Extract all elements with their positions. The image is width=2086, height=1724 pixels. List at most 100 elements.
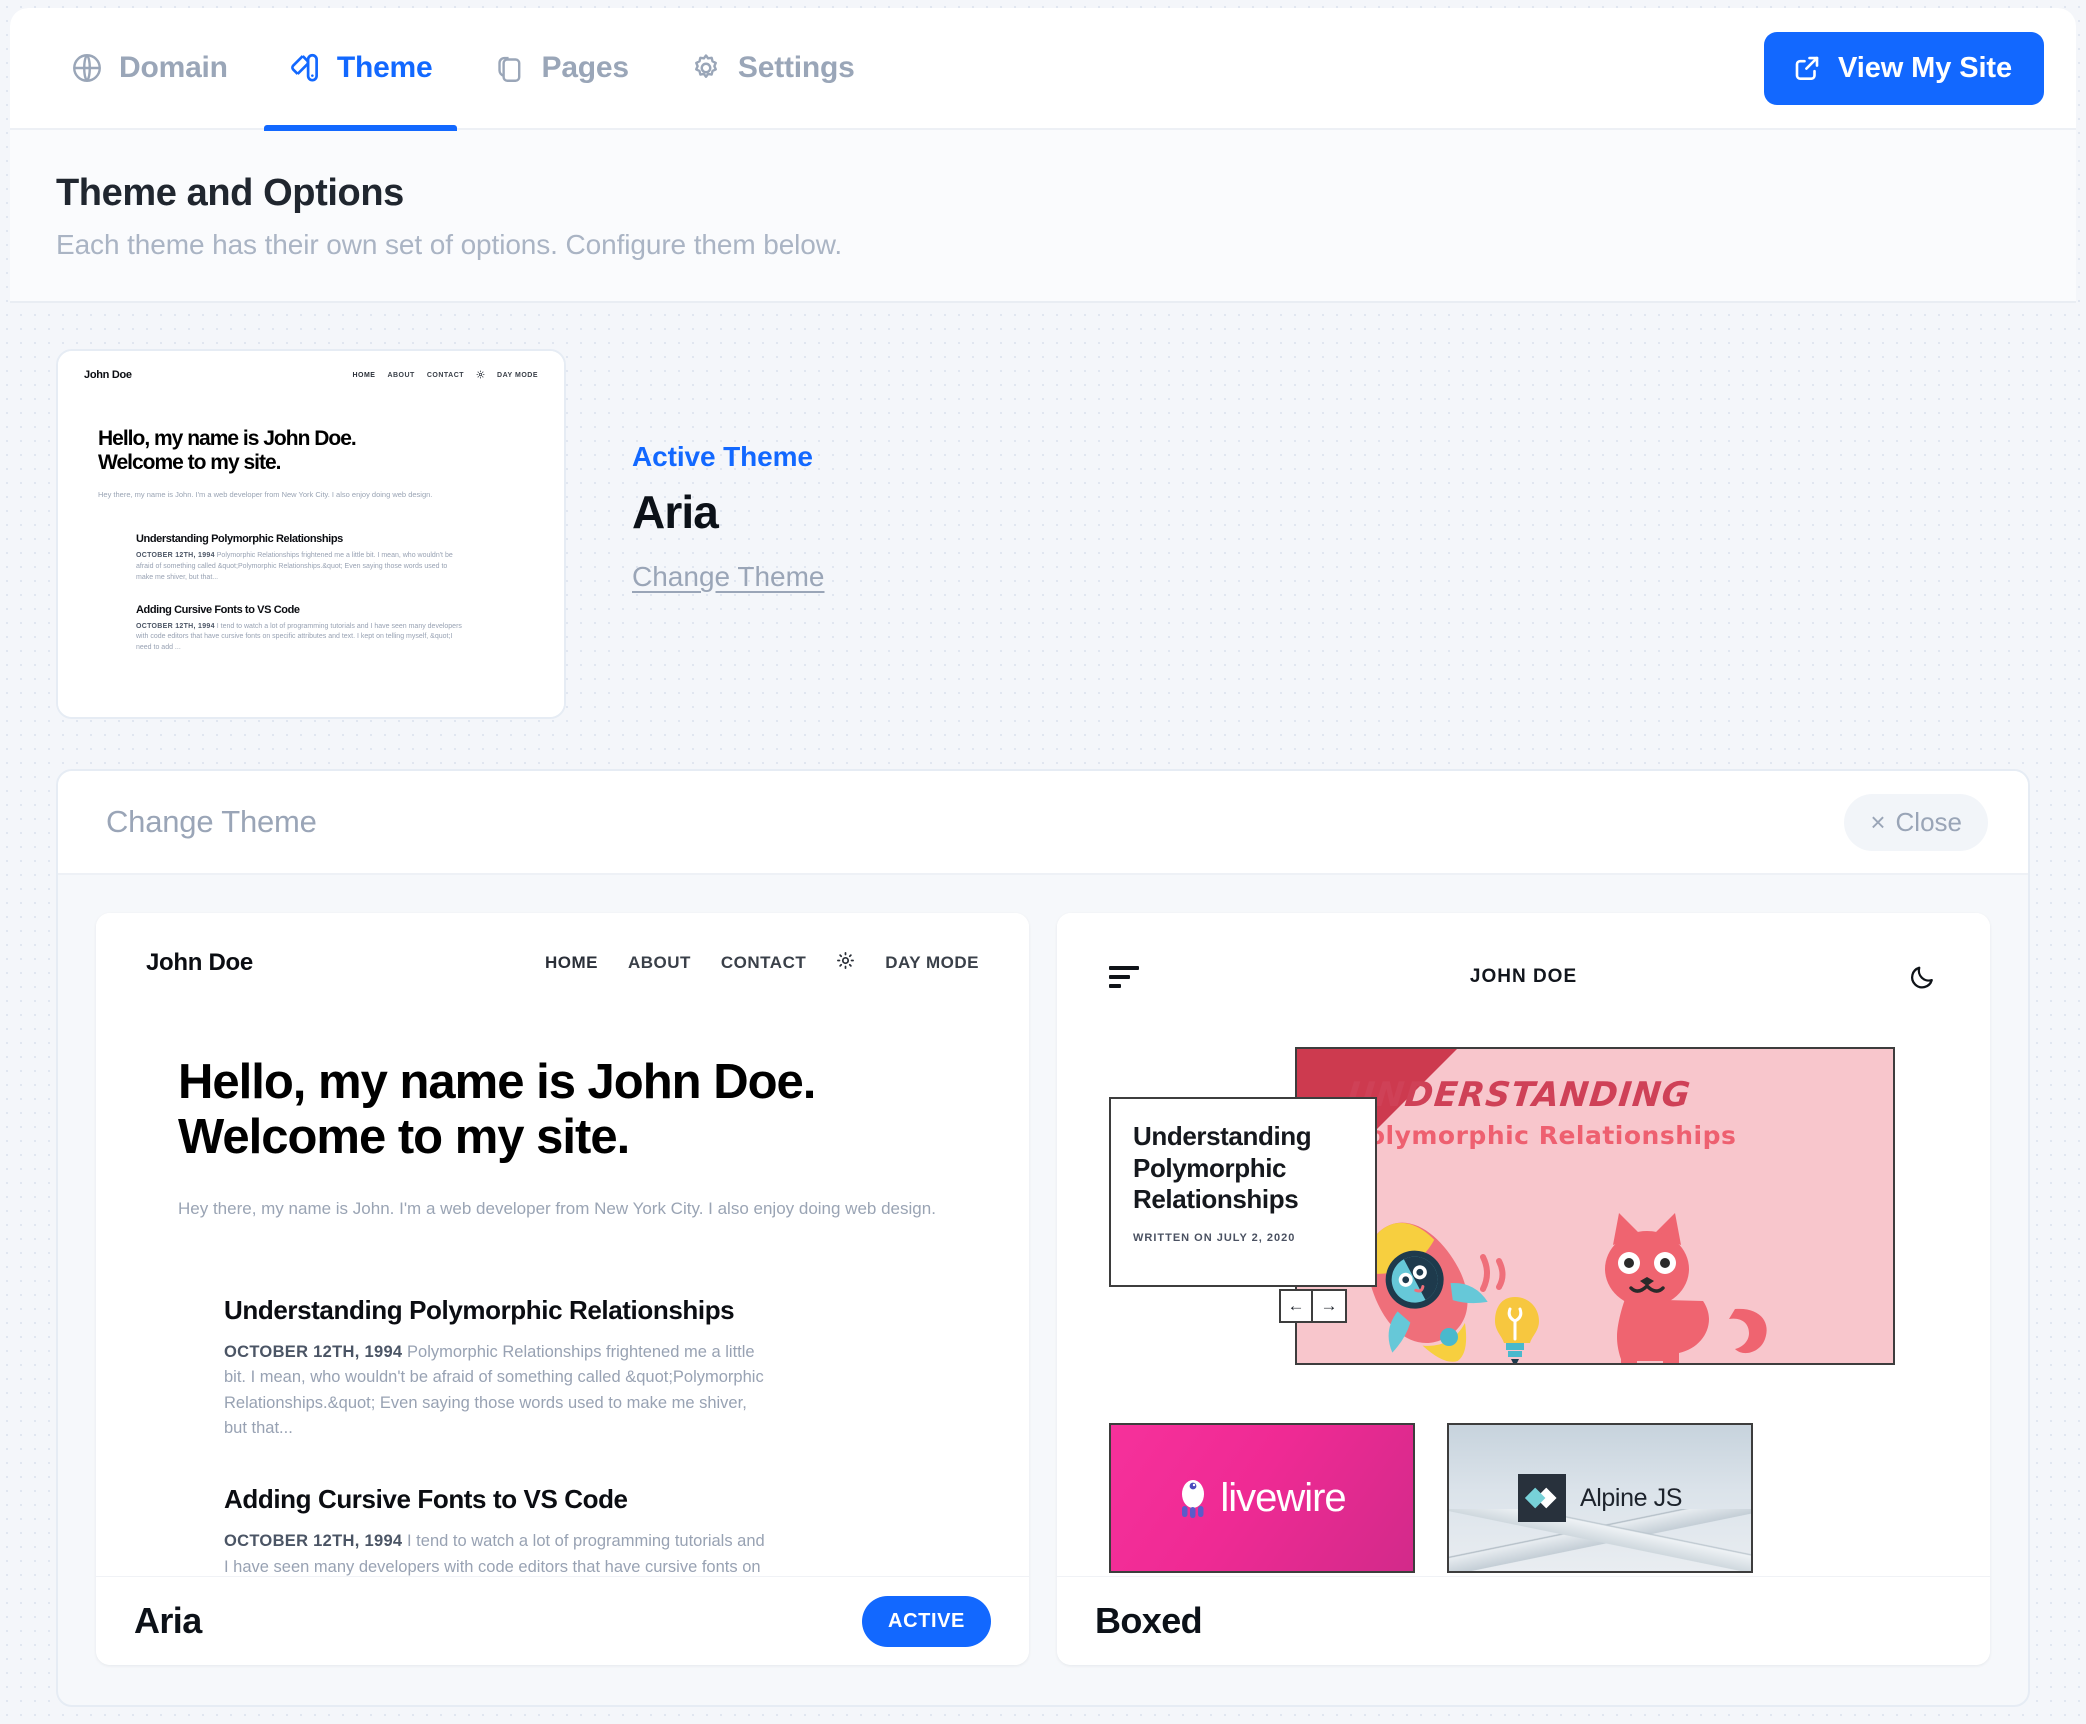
preview-intro: Hey there, my name is John. I'm a web de… — [178, 1198, 936, 1218]
preview-link-contact: CONTACT — [426, 371, 465, 379]
tab-theme[interactable]: Theme — [258, 8, 463, 131]
preview-post: Understanding Polymorphic Relationships … — [136, 533, 564, 584]
preview-link-about: ABOUT — [387, 371, 415, 379]
boxed-post-meta: WRITTEN ON JULY 2, 2020 — [1133, 1232, 1296, 1245]
sun-icon — [836, 951, 855, 975]
aria-site-preview-large: John Doe HOME ABOUT CONTACT DAY MODE Hel… — [96, 913, 1029, 1576]
active-theme-thumbnail[interactable]: John Doe HOME ABOUT CONTACT DAY MODE Hel… — [56, 349, 566, 719]
preview-post-excerpt: OCTOBER 12TH, 1994 I tend to watch a lot… — [224, 1529, 769, 1576]
boxed-tiles-row: livewire Alpine JS — [1109, 1423, 1938, 1573]
preview-post: Understanding Polymorphic Relationships … — [224, 1295, 1029, 1442]
tab-pages-label: Pages — [541, 51, 630, 84]
preview-post-list: Understanding Polymorphic Relationships … — [224, 1295, 1029, 1576]
preview-post: Adding Cursive Fonts to VS Code OCTOBER … — [136, 604, 564, 655]
preview-heading-line2: Welcome to my site. — [98, 450, 282, 474]
preview-heading: Hello, my name is John Doe. Welcome to m… — [178, 1055, 1029, 1165]
aria-site-preview-small: John Doe HOME ABOUT CONTACT DAY MODE Hel… — [58, 351, 564, 717]
boxed-post-title: Understanding Polymorphic Relationships — [1133, 1121, 1312, 1215]
preview-links: HOME ABOUT CONTACT DAY MODE — [545, 951, 979, 975]
preview-heading-line2: Welcome to my site. — [178, 1109, 630, 1164]
boxed-hero: UNDERSTANDING Polymorphic Relationships — [1109, 1047, 1938, 1377]
prev-arrow-button[interactable]: ← — [1279, 1289, 1313, 1323]
preview-post-excerpt: OCTOBER 12TH, 1994 Polymorphic Relations… — [136, 551, 466, 584]
preview-nav: John Doe HOME ABOUT CONTACT DAY MODE — [58, 351, 564, 381]
preview-post-date: OCTOBER 12TH, 1994 — [136, 622, 215, 630]
active-theme-label: Active Theme — [632, 441, 813, 472]
hamburger-icon — [1109, 966, 1139, 988]
livewire-logo-icon — [1182, 1480, 1205, 1518]
theme-preview-aria: John Doe HOME ABOUT CONTACT DAY MODE Hel… — [96, 913, 1029, 1577]
gear-icon — [689, 51, 723, 85]
hero-image-title-line2: Polymorphic Relationships — [1349, 1121, 1737, 1150]
sun-icon — [476, 369, 485, 381]
preview-nav: John Doe HOME ABOUT CONTACT DAY MODE — [96, 913, 1029, 977]
active-theme-row: John Doe HOME ABOUT CONTACT DAY MODE Hel… — [56, 349, 2030, 719]
app-page: Domain Theme Pages Settings View My Site… — [0, 0, 2086, 1724]
alpine-logo-icon — [1517, 1474, 1566, 1522]
app-window: Domain Theme Pages Settings View My Site… — [10, 8, 2076, 1724]
preview-intro: Hey there, my name is John. I'm a web de… — [98, 490, 433, 500]
preview-logo: John Doe — [84, 369, 132, 381]
change-theme-panel-title: Change Theme — [106, 804, 317, 839]
theme-preview-boxed: JOHN DOE UNDERSTANDING Polymorphic Relat… — [1057, 913, 1990, 1577]
preview-post-gap — [224, 1442, 1029, 1484]
nav-tabs: Domain Theme Pages Settings — [40, 8, 885, 131]
theme-card-footer-boxed: Boxed — [1057, 1577, 1990, 1665]
tab-settings-label: Settings — [737, 51, 855, 84]
theme-card-boxed[interactable]: JOHN DOE UNDERSTANDING Polymorphic Relat… — [1057, 913, 1990, 1665]
rocket-cat-illustration — [1297, 1189, 1767, 1363]
preview-post-title: Adding Cursive Fonts to VS Code — [136, 603, 300, 616]
hero-image-title-line1: UNDERSTANDING — [1344, 1075, 1693, 1115]
theme-card-footer-aria: Aria ACTIVE — [96, 1577, 1029, 1665]
boxed-post-card: Understanding Polymorphic Relationships … — [1109, 1097, 1377, 1287]
preview-logo: John Doe — [146, 949, 253, 976]
page-subtitle: Each theme has their own set of options.… — [56, 229, 843, 260]
boxed-hero-image: UNDERSTANDING Polymorphic Relationships — [1295, 1047, 1895, 1365]
alpine-tile-label: Alpine JS — [1580, 1484, 1682, 1513]
boxed-preview-nav: JOHN DOE — [1109, 953, 1938, 1001]
globe-icon — [70, 51, 104, 85]
active-theme-info: Active Theme Aria Change Theme — [632, 349, 825, 593]
preview-post-excerpt: OCTOBER 12TH, 1994 I tend to watch a lot… — [136, 622, 466, 655]
close-panel-label: Close — [1895, 806, 1962, 837]
mountain-background — [1449, 1509, 1751, 1571]
preview-links: HOME ABOUT CONTACT DAY MODE — [352, 369, 538, 381]
tab-domain[interactable]: Domain — [40, 8, 258, 129]
alpine-tile-text: Alpine JS — [1579, 1483, 1682, 1512]
preview-post-gap — [136, 584, 564, 604]
page-header: Theme and Options Each theme has their o… — [10, 130, 2076, 303]
active-theme-name: Aria — [632, 486, 719, 538]
preview-post-excerpt: OCTOBER 12TH, 1994 Polymorphic Relations… — [224, 1340, 769, 1442]
preview-post-title: Understanding Polymorphic Relationships — [136, 533, 343, 546]
boxed-site-preview: JOHN DOE UNDERSTANDING Polymorphic Relat… — [1057, 913, 1990, 1576]
change-theme-link[interactable]: Change Theme — [632, 561, 825, 593]
next-arrow-button[interactable]: → — [1313, 1289, 1347, 1323]
tab-pages[interactable]: Pages — [463, 8, 659, 129]
close-panel-button[interactable]: × Close — [1844, 793, 1988, 851]
tab-settings[interactable]: Settings — [659, 8, 885, 129]
preview-post-date: OCTOBER 12TH, 1994 — [224, 1342, 403, 1361]
external-link-icon — [1792, 53, 1822, 83]
page-title: Theme and Options — [56, 172, 404, 214]
view-my-site-button[interactable]: View My Site — [1764, 31, 2044, 105]
theme-card-aria[interactable]: John Doe HOME ABOUT CONTACT DAY MODE Hel… — [96, 913, 1029, 1665]
preview-link-home: HOME — [544, 953, 598, 972]
pages-icon — [493, 51, 527, 85]
theme-name-boxed: Boxed — [1095, 1600, 1203, 1641]
preview-heading: Hello, my name is John Doe. Welcome to m… — [98, 427, 564, 474]
moon-icon — [1908, 962, 1938, 992]
preview-post-date: OCTOBER 12TH, 1994 — [136, 552, 215, 560]
page-body: John Doe HOME ABOUT CONTACT DAY MODE Hel… — [10, 303, 2076, 1707]
alpine-tile: Alpine JS — [1447, 1423, 1753, 1573]
close-icon: × — [1870, 807, 1886, 837]
preview-post-list: Understanding Polymorphic Relationships … — [136, 533, 564, 654]
preview-link-home: HOME — [352, 371, 376, 379]
theme-active-badge[interactable]: ACTIVE — [862, 1595, 991, 1647]
preview-mode-label: DAY MODE — [885, 953, 979, 972]
change-theme-panel-header: Change Theme × Close — [58, 771, 2028, 875]
preview-post: Adding Cursive Fonts to VS Code OCTOBER … — [224, 1484, 1029, 1576]
livewire-tile: livewire — [1109, 1423, 1415, 1573]
boxed-site-title: JOHN DOE — [1469, 966, 1578, 987]
preview-link-about: ABOUT — [627, 953, 691, 972]
preview-heading-line1: Hello, my name is John Doe. — [98, 427, 357, 450]
